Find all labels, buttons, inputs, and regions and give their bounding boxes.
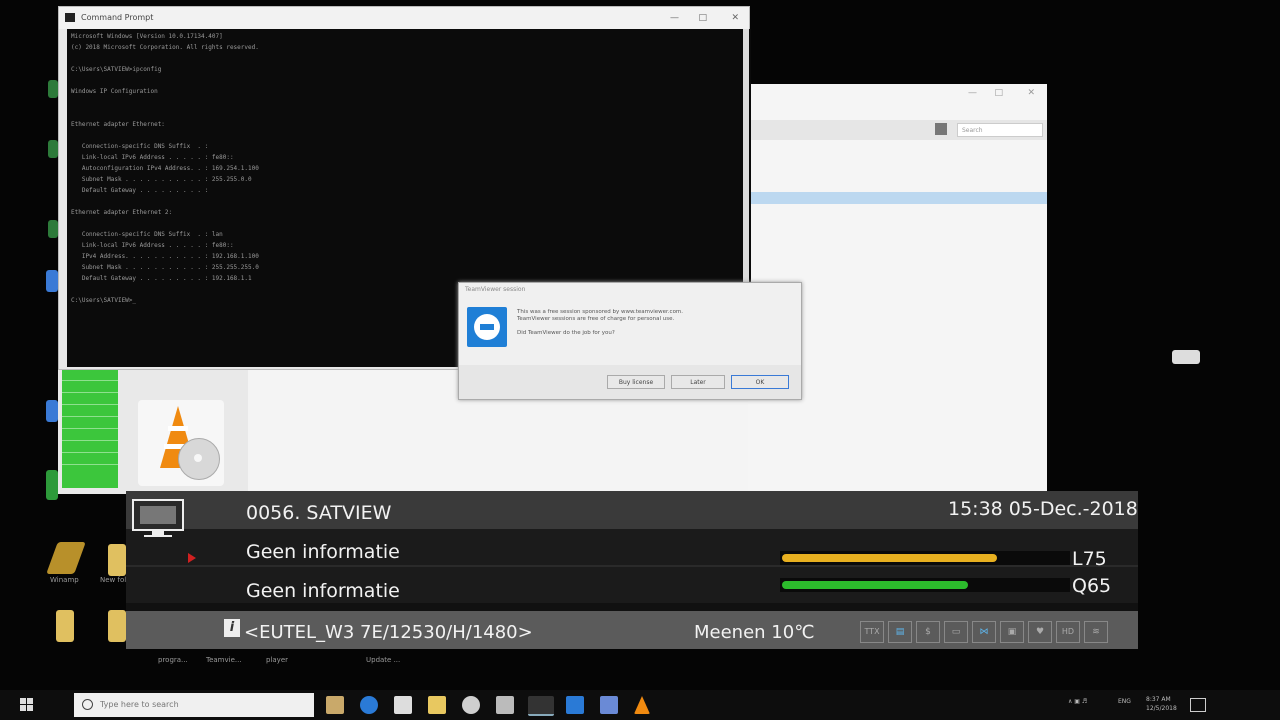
mail-icon[interactable] xyxy=(394,696,412,714)
heart-icon: ♥ xyxy=(1028,621,1052,643)
epg-icon: ▤ xyxy=(888,621,912,643)
folder-icon[interactable] xyxy=(56,610,74,642)
vlc-taskbar-icon[interactable] xyxy=(634,696,650,714)
cmd-title: Command Prompt xyxy=(81,13,154,22)
dialog-message: This was a free session sponsored by www… xyxy=(517,309,787,337)
close-icon[interactable]: ✕ xyxy=(731,7,739,29)
search-icon xyxy=(82,699,93,710)
windows-start-icon[interactable] xyxy=(20,698,34,712)
desktop-icon[interactable] xyxy=(48,220,58,238)
vlc-icon[interactable] xyxy=(138,400,224,486)
desktop-icon[interactable] xyxy=(46,270,58,292)
dollar-icon: $ xyxy=(916,621,940,643)
date-time: 15:38 05-Dec.-2018 xyxy=(948,498,1138,520)
taskbar-search-input[interactable]: Type here to search xyxy=(74,693,314,717)
taskbar: Type here to search ∧ ▣ ♬ ENG 8:37 AM 12… xyxy=(0,690,1280,720)
file-explorer-icon[interactable] xyxy=(428,696,446,714)
subtitle-icon: ▭ xyxy=(944,621,968,643)
folder-icon[interactable] xyxy=(108,544,126,576)
buy-license-button[interactable]: Buy license xyxy=(607,375,665,389)
maximize-icon[interactable]: □ xyxy=(994,88,1003,98)
red-arrow-icon xyxy=(188,553,196,563)
signal-level-label: L75 xyxy=(1072,548,1107,570)
desktop-icon[interactable] xyxy=(46,470,58,500)
app-icon[interactable] xyxy=(600,696,618,714)
minimize-icon[interactable]: — xyxy=(670,7,679,29)
hd-icon: HD xyxy=(1056,621,1080,643)
desktop-icon-label: Winamp xyxy=(50,576,79,584)
green-list-panel[interactable] xyxy=(62,370,118,488)
transponder-info: <EUTEL_W3 7E/12530/H/1480> xyxy=(244,622,533,643)
stb-info-banner: 0056. SATVIEW 15:38 05-Dec.-2018 Geen in… xyxy=(126,491,1138,649)
search-input[interactable]: Search xyxy=(957,123,1043,137)
teamviewer-taskbar-icon[interactable] xyxy=(566,696,584,714)
desktop-icon[interactable] xyxy=(46,400,58,422)
tray-time[interactable]: 8:37 AM xyxy=(1146,696,1171,703)
epg-now: Geen informatie xyxy=(246,541,400,563)
tv-icon xyxy=(132,499,186,537)
signal-level-bar xyxy=(780,551,1070,565)
tray-icons[interactable]: ∧ ▣ ♬ xyxy=(1068,698,1087,705)
epg-next: Geen informatie xyxy=(246,580,400,602)
task-view-icon[interactable] xyxy=(326,696,344,714)
signal-quality-fill xyxy=(782,581,968,589)
notifications-icon[interactable] xyxy=(1190,698,1206,712)
close-icon[interactable]: ✕ xyxy=(1027,88,1035,98)
dialog-message-line: Did TeamViewer do the job for you? xyxy=(517,330,615,336)
info-icon: i xyxy=(224,619,240,637)
desktop-icon[interactable] xyxy=(1172,350,1200,364)
cmd-titlebar[interactable]: Command Prompt — □ ✕ xyxy=(59,7,749,29)
later-button[interactable]: Later xyxy=(671,375,725,389)
app-icon[interactable] xyxy=(496,696,514,714)
edge-icon[interactable] xyxy=(360,696,378,714)
dialog-message-line: TeamViewer sessions are free of charge f… xyxy=(517,316,675,322)
tray-language[interactable]: ENG xyxy=(1118,698,1131,705)
desktop-icon-label: Teamvie... xyxy=(206,656,242,664)
desktop-icon[interactable] xyxy=(48,80,58,98)
cmd-taskbar-icon[interactable] xyxy=(528,696,554,716)
selected-row[interactable] xyxy=(745,192,1047,204)
maximize-icon[interactable]: □ xyxy=(698,7,707,29)
ttx-icon: TTX xyxy=(860,621,884,643)
winamp-icon[interactable] xyxy=(46,542,86,574)
chat-icon[interactable] xyxy=(462,696,480,714)
channel-name: 0056. SATVIEW xyxy=(246,502,392,524)
radio-icon: ⋈ xyxy=(972,621,996,643)
dialog-message-line: This was a free session sponsored by www… xyxy=(517,309,684,315)
minimize-icon[interactable]: — xyxy=(968,88,977,98)
ok-button[interactable]: OK xyxy=(731,375,789,389)
wifi-icon: ≋ xyxy=(1084,621,1108,643)
dialog-title: TeamViewer session xyxy=(465,286,526,293)
signal-quality-label: Q65 xyxy=(1072,575,1112,597)
search-icon[interactable] xyxy=(935,123,947,135)
weather-info: Meenen 10℃ xyxy=(694,622,815,643)
signal-quality-bar xyxy=(780,578,1070,592)
lock-icon: ▣ xyxy=(1000,621,1024,643)
folder-icon[interactable] xyxy=(108,610,126,642)
desktop-icon-label: player xyxy=(266,656,289,664)
tray-date[interactable]: 12/5/2018 xyxy=(1146,705,1177,712)
cmd-icon xyxy=(65,13,75,22)
teamviewer-logo-icon xyxy=(467,307,507,347)
signal-level-fill xyxy=(782,554,997,562)
desktop-icon-label: Update ... xyxy=(366,656,401,664)
desktop-icon-label: progra... xyxy=(158,656,188,664)
teamviewer-dialog[interactable]: TeamViewer session This was a free sessi… xyxy=(458,282,802,400)
desktop-icon[interactable] xyxy=(48,140,58,158)
